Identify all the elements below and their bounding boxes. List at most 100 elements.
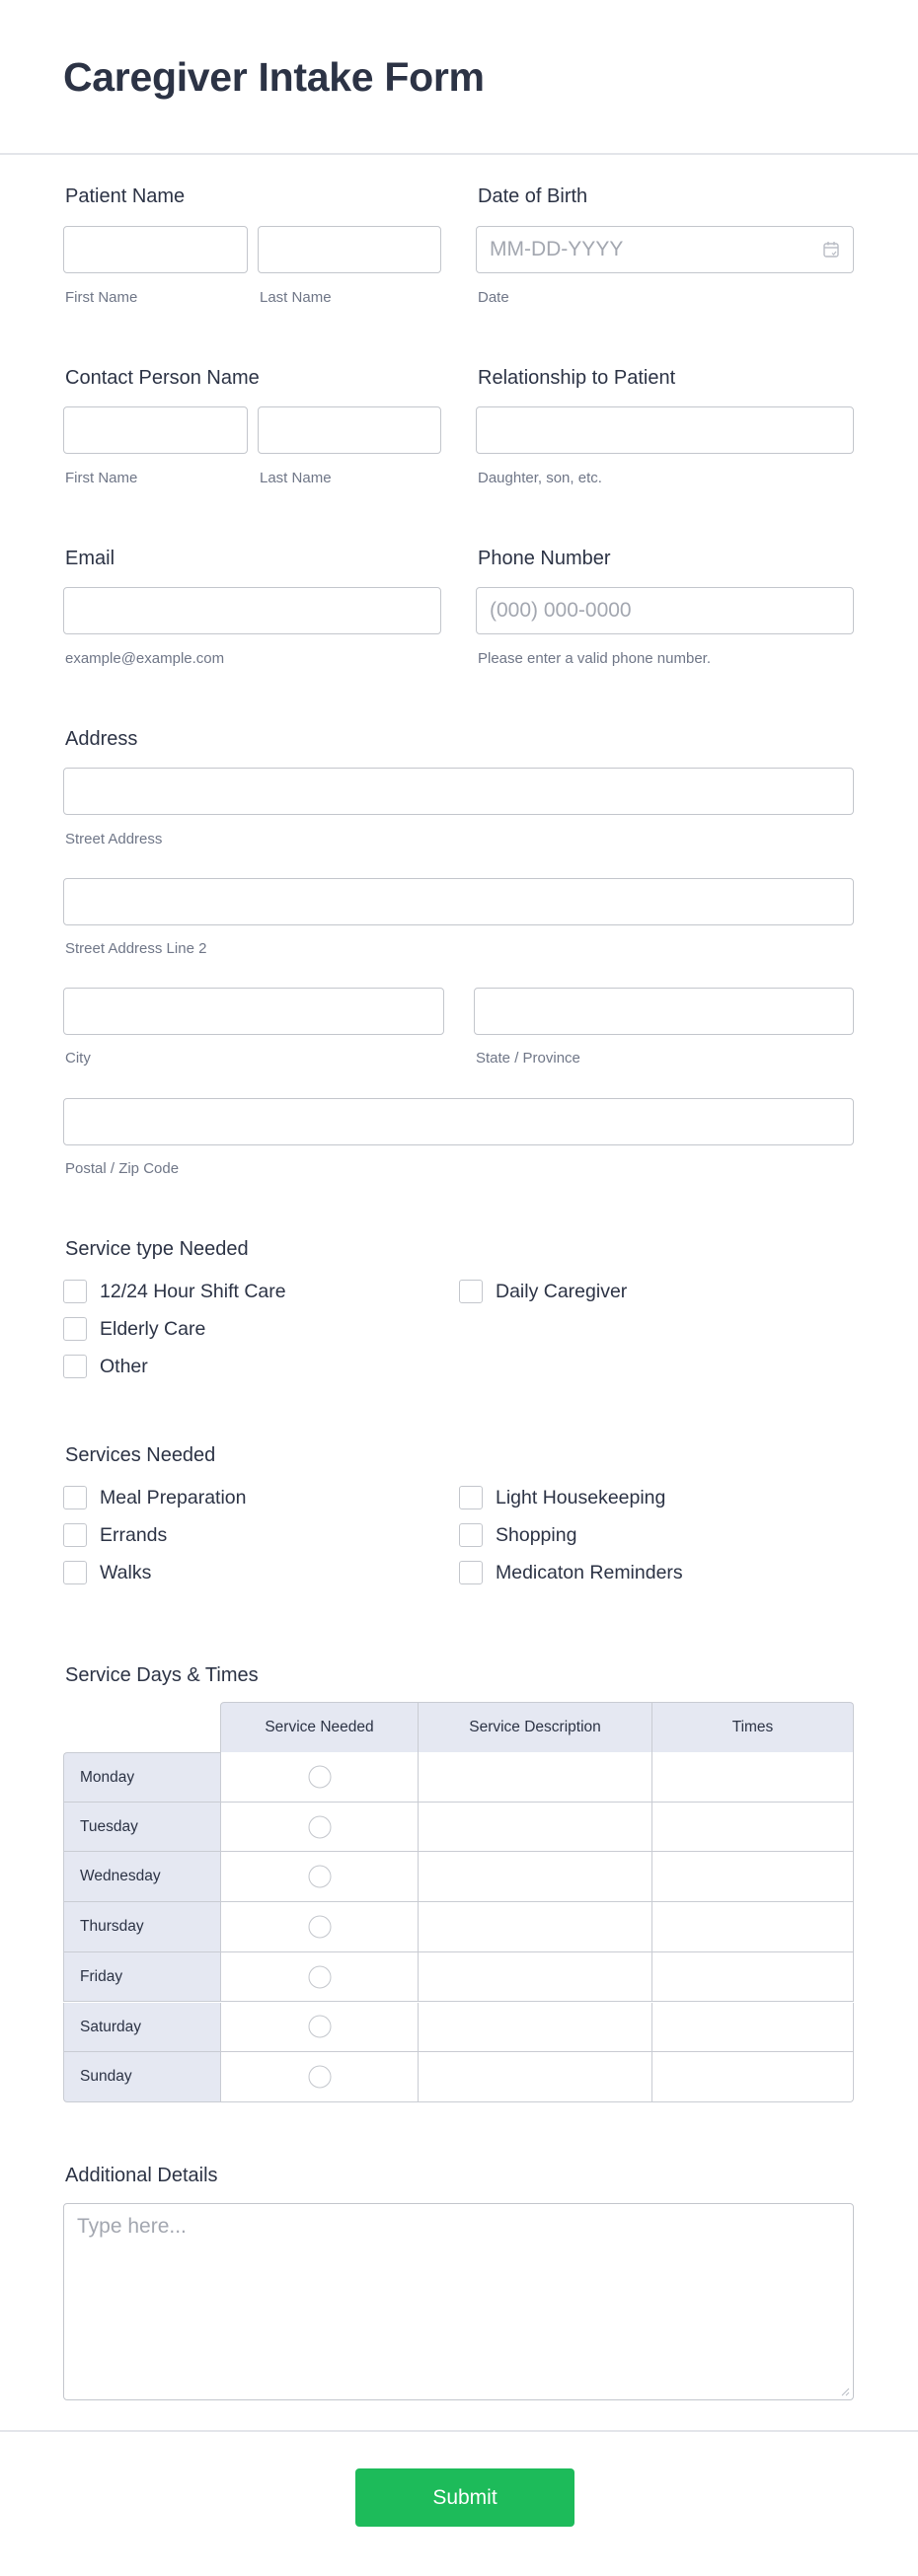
matrix-row-label: Tuesday (63, 1802, 220, 1853)
contact-last-name-sublabel: Last Name (260, 470, 332, 486)
services-checkbox-shopping[interactable] (459, 1523, 483, 1547)
resize-handle-icon[interactable] (840, 2387, 850, 2396)
services-checkbox-meal-preparation[interactable] (63, 1486, 87, 1509)
contact-person-label: Contact Person Name (65, 367, 260, 389)
relationship-sublabel: Daughter, son, etc. (478, 470, 602, 486)
relationship-label: Relationship to Patient (478, 367, 676, 389)
matrix-cell (220, 1852, 419, 1903)
postal-code-sublabel: Postal / Zip Code (65, 1160, 180, 1177)
email-input[interactable] (63, 587, 441, 634)
date-of-birth-sublabel: Date (478, 289, 509, 306)
patient-last-name-sublabel: Last Name (260, 289, 332, 306)
contact-first-name-sublabel: First Name (65, 470, 138, 486)
submit-button[interactable]: Submit (355, 2468, 574, 2527)
relationship-input[interactable] (476, 406, 854, 454)
street-address-sublabel: Street Address (65, 831, 163, 847)
phone-label: Phone Number (478, 548, 611, 569)
date-of-birth-input[interactable]: MM-DD-YYYY (476, 226, 854, 273)
services-option-label[interactable]: Shopping (496, 1523, 576, 1547)
service-type-checkbox-daily-caregiver[interactable] (459, 1280, 483, 1303)
phone-input[interactable]: (000) 000-0000 (476, 587, 854, 634)
patient-name-label: Patient Name (65, 185, 186, 207)
matrix-column-header: Service Needed (220, 1702, 419, 1752)
services-option-label[interactable]: Medicaton Reminders (496, 1561, 683, 1584)
service-needed-radio[interactable] (308, 1815, 331, 1839)
patient-last-name-input[interactable] (258, 226, 441, 273)
service-type-option-label[interactable]: 12/24 Hour Shift Care (100, 1280, 286, 1303)
matrix-cell[interactable] (419, 1752, 652, 1803)
matrix-cell[interactable] (652, 2002, 854, 2053)
matrix-cell[interactable] (652, 2052, 854, 2102)
service-type-checkbox-other[interactable] (63, 1355, 87, 1378)
matrix-column-header: Times (652, 1702, 854, 1752)
contact-last-name-input[interactable] (258, 406, 441, 454)
services-option-label[interactable]: Walks (100, 1561, 151, 1584)
services-option-label[interactable]: Errands (100, 1523, 167, 1547)
services-option-label[interactable]: Meal Preparation (100, 1486, 247, 1509)
city-sublabel: City (65, 1050, 91, 1067)
footer-divider (0, 2430, 918, 2432)
matrix-cell[interactable] (419, 1902, 652, 1952)
matrix-cell[interactable] (419, 2002, 652, 2053)
matrix-cell (220, 1951, 419, 2003)
date-of-birth-placeholder: MM-DD-YYYY (490, 238, 624, 260)
matrix-cell (220, 2052, 419, 2102)
service-type-option-label[interactable]: Daily Caregiver (496, 1280, 627, 1303)
matrix-cell (220, 1802, 419, 1853)
postal-code-input[interactable] (63, 1098, 854, 1145)
services-checkbox-errands[interactable] (63, 1523, 87, 1547)
matrix-row-label: Monday (63, 1752, 220, 1803)
matrix-cell[interactable] (419, 1951, 652, 2003)
phone-sublabel: Please enter a valid phone number. (478, 650, 711, 667)
services-checkbox-medication-reminders[interactable] (459, 1561, 483, 1584)
service-needed-radio[interactable] (308, 2065, 331, 2089)
matrix-row-label: Wednesday (63, 1852, 220, 1903)
matrix-cell[interactable] (652, 1951, 854, 2003)
email-label: Email (65, 548, 115, 569)
service-type-label: Service type Needed (65, 1238, 249, 1260)
matrix-cell[interactable] (652, 1852, 854, 1903)
matrix-cell[interactable] (652, 1752, 854, 1803)
matrix-cell[interactable] (419, 1852, 652, 1903)
additional-details-textarea[interactable]: Type here... (63, 2203, 854, 2400)
services-option-label[interactable]: Light Housekeeping (496, 1486, 665, 1509)
service-days-matrix: Service Needed Service Description Times Mo… (63, 1702, 854, 2102)
date-of-birth-label: Date of Birth (478, 185, 588, 207)
service-type-option-label[interactable]: Other (100, 1355, 148, 1378)
additional-details-placeholder: Type here... (77, 2215, 187, 2238)
email-sublabel: example@example.com (65, 650, 225, 667)
street-address-line2-sublabel: Street Address Line 2 (65, 940, 207, 957)
address-label: Address (65, 728, 138, 750)
service-needed-radio[interactable] (308, 1915, 331, 1939)
services-checkbox-light-housekeeping[interactable] (459, 1486, 483, 1509)
service-type-checkbox-elderly-care[interactable] (63, 1317, 87, 1341)
form-title: Caregiver Intake Form (63, 54, 485, 100)
matrix-cell[interactable] (652, 1902, 854, 1952)
matrix-column-header: Service Description (419, 1702, 652, 1752)
street-address-line2-input[interactable] (63, 878, 854, 925)
header-divider (0, 153, 918, 155)
patient-first-name-sublabel: First Name (65, 289, 138, 306)
contact-first-name-input[interactable] (63, 406, 248, 454)
service-days-label: Service Days & Times (65, 1664, 259, 1686)
patient-first-name-input[interactable] (63, 226, 248, 273)
service-needed-radio[interactable] (308, 1865, 331, 1888)
services-checkbox-walks[interactable] (63, 1561, 87, 1584)
additional-details-label: Additional Details (65, 2165, 218, 2186)
calendar-icon[interactable] (822, 241, 840, 258)
service-type-option-label[interactable]: Elderly Care (100, 1317, 205, 1341)
matrix-row-label: Saturday (63, 2002, 220, 2053)
street-address-input[interactable] (63, 768, 854, 815)
city-input[interactable] (63, 988, 444, 1035)
matrix-cell (220, 2002, 419, 2053)
matrix-cell[interactable] (419, 2052, 652, 2102)
state-province-input[interactable] (474, 988, 854, 1035)
service-needed-radio[interactable] (308, 2015, 331, 2038)
service-needed-radio[interactable] (308, 1765, 331, 1789)
service-type-checkbox-shift-care[interactable] (63, 1280, 87, 1303)
service-needed-radio[interactable] (308, 1965, 331, 1989)
matrix-row-label: Friday (63, 1951, 220, 2003)
matrix-cell[interactable] (419, 1802, 652, 1853)
matrix-cell[interactable] (652, 1802, 854, 1853)
matrix-row-label: Thursday (63, 1902, 220, 1952)
